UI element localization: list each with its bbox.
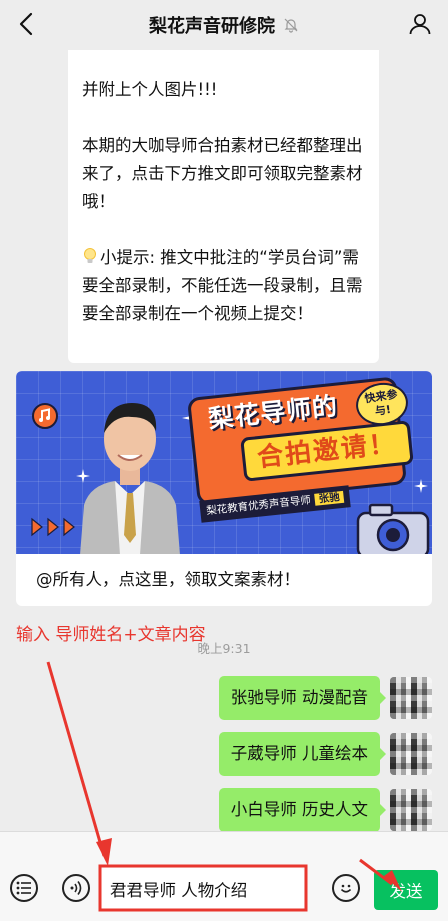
emoji-icon <box>340 884 352 893</box>
chat-title: 梨花声音研修院 <box>149 16 275 37</box>
avatar[interactable] <box>390 733 432 775</box>
avatar[interactable] <box>390 789 432 831</box>
mentor-photo <box>80 403 180 554</box>
promo-banner: 梨花导师的 合拍邀请！ 快来参与! 梨花教育优秀声音导师 张驰 <box>16 371 432 554</box>
voice-button[interactable] <box>62 874 90 902</box>
message-input[interactable] <box>100 868 304 910</box>
article-line-2: 本期的大咖导师合拍素材已经都整理出来了，点击下方推文即可领取完整素材哦！ <box>82 136 363 211</box>
person-icon <box>409 14 431 35</box>
message-row: 子葳导师 儿童绘本 <box>218 732 432 776</box>
camera-icon <box>356 503 430 554</box>
voice-icon <box>70 881 82 895</box>
back-button[interactable] <box>12 10 40 38</box>
article-link-text: @所有人，点这里，领取文案素材！ <box>36 570 300 589</box>
title-group: 梨花声音研修院 <box>149 12 299 38</box>
message-bubble[interactable]: 张驰导师 动漫配音 <box>218 676 387 720</box>
annotation-arrow-line <box>46 661 106 857</box>
music-note-icon <box>32 403 58 429</box>
sparkle-icon <box>414 479 428 493</box>
emoji-button[interactable] <box>332 874 360 902</box>
bell-muted-icon <box>284 18 298 33</box>
article-text-card: 并附上个人图片!!! 本期的大咖导师合拍素材已经都整理出来了，点击下方推文即可领… <box>68 50 379 363</box>
chat-input-bar: 发送 <box>0 831 448 921</box>
avatar[interactable] <box>390 677 432 719</box>
banner-caption-name: 张驰 <box>314 490 345 506</box>
message-row: 小白导师 历史人文 <box>218 788 432 832</box>
menu-button[interactable] <box>10 874 38 902</box>
article-link-card[interactable]: 梨花导师的 合拍邀请！ 快来参与! 梨花教育优秀声音导师 张驰 @所有人，点这里，… <box>16 371 432 606</box>
article-tip-text: 小提示: 推文中批注的“学员台词”需要全部录制，不能任选一段录制，且需要全部录制… <box>82 248 363 323</box>
chat-header: 梨花声音研修院 <box>0 0 448 50</box>
message-row: 张驰导师 动漫配音 <box>218 676 432 720</box>
list-menu-icon <box>16 881 31 895</box>
article-line-1: 并附上个人图片!!! <box>82 80 218 99</box>
lightbulb-icon <box>84 248 96 263</box>
message-bubble[interactable]: 小白导师 历史人文 <box>218 788 387 832</box>
article-tip: 小提示: 推文中批注的“学员台词”需要全部录制，不能任选一段录制，且需要全部录制… <box>82 244 365 328</box>
chat-info-button[interactable] <box>406 10 434 38</box>
send-button[interactable]: 发送 <box>374 870 438 910</box>
message-timestamp: 晚上9:31 <box>197 641 251 656</box>
chevron-left-icon <box>19 12 33 36</box>
message-bubble[interactable]: 子葳导师 儿童绘本 <box>218 732 387 776</box>
